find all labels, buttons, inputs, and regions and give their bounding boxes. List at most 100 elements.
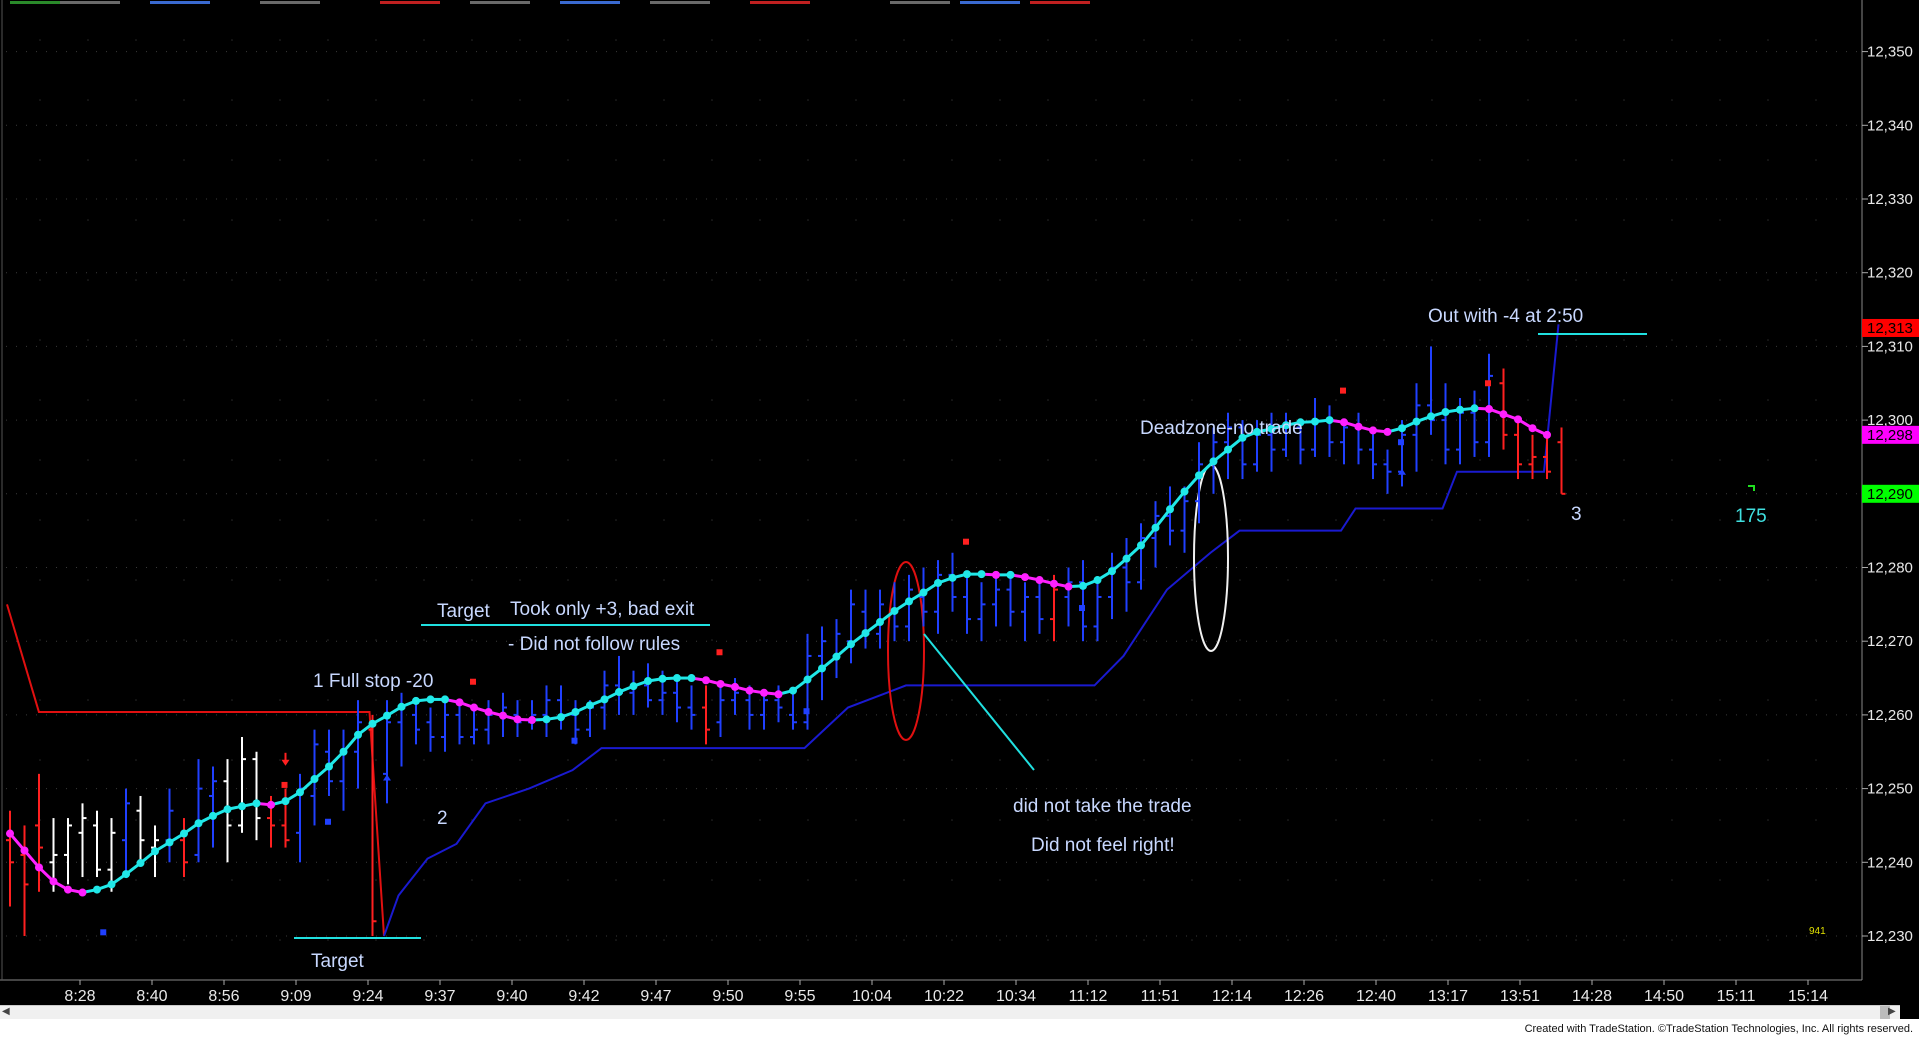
signal-dot — [281, 781, 288, 788]
x-tick-label: 9:24 — [352, 988, 383, 1005]
bg-dot — [1767, 939, 1769, 941]
bg-dot — [1335, 519, 1337, 521]
ma-point — [296, 788, 304, 797]
bg-dot — [1479, 759, 1481, 761]
bg-dot — [615, 99, 617, 101]
ma-point — [876, 618, 884, 627]
bg-dot — [1479, 519, 1481, 521]
bg-dot — [615, 39, 617, 41]
bg-dot — [327, 399, 329, 401]
bg-dot — [759, 459, 761, 461]
ma-point — [803, 675, 812, 684]
annotation-did-not-follow: - Did not follow rules — [508, 634, 680, 655]
bg-dot — [1575, 99, 1577, 101]
bg-dot — [279, 279, 281, 281]
bg-dot — [759, 879, 761, 881]
bg-dot — [1431, 699, 1433, 701]
bg-dot — [807, 99, 809, 101]
bg-dot — [1479, 579, 1481, 581]
bg-dot — [1719, 879, 1721, 881]
bg-dot — [999, 699, 1001, 701]
bg-dot — [1527, 339, 1529, 341]
bg-dot — [1671, 399, 1673, 401]
bg-dot — [1095, 219, 1097, 221]
ma-point — [658, 674, 667, 683]
bg-dot — [39, 939, 41, 941]
bg-dot — [1143, 759, 1145, 761]
bg-dot — [1047, 159, 1049, 161]
ma-point — [1064, 582, 1073, 591]
bg-dot — [1815, 99, 1817, 101]
bg-dot — [1383, 639, 1385, 641]
bg-dot — [1383, 879, 1385, 881]
bg-dot — [1191, 99, 1193, 101]
bg-dot — [135, 819, 137, 821]
x-tick-label: 12:26 — [1284, 988, 1324, 1005]
bg-dot — [1767, 159, 1769, 161]
bg-dot — [1815, 939, 1817, 941]
bg-dot — [1095, 399, 1097, 401]
bg-dot — [1575, 459, 1577, 461]
bg-dot — [423, 639, 425, 641]
bg-dot — [1431, 339, 1433, 341]
bg-dot — [1815, 459, 1817, 461]
bg-dot — [1431, 39, 1433, 41]
bg-dot — [1335, 99, 1337, 101]
bg-dot — [183, 279, 185, 281]
bg-dot — [183, 759, 185, 761]
bg-dot — [1047, 699, 1049, 701]
ma-point — [992, 570, 1000, 579]
footer-credit: Created with TradeStation. ©TradeStation… — [1524, 1023, 1913, 1035]
bg-dot — [951, 459, 953, 461]
bg-dot — [327, 579, 329, 581]
bg-dot — [1671, 639, 1673, 641]
bg-dot — [87, 939, 89, 941]
bg-dot — [855, 579, 857, 581]
bg-dot — [1671, 759, 1673, 761]
ma-point — [644, 676, 652, 685]
bg-dot — [1383, 39, 1385, 41]
bg-dot — [1335, 279, 1337, 281]
bg-dot — [1143, 579, 1145, 581]
bg-dot — [1623, 759, 1625, 761]
bg-dot — [1095, 879, 1097, 881]
annotation-target-upper: Target — [437, 601, 491, 622]
bg-dot — [759, 519, 761, 521]
bg-dot — [1479, 459, 1481, 461]
scroll-right-arrow-icon[interactable]: ▶ — [1888, 1006, 1900, 1020]
bg-dot — [39, 519, 41, 521]
bg-dot — [1479, 39, 1481, 41]
bg-dot — [1095, 519, 1097, 521]
bg-dot — [1095, 699, 1097, 701]
bg-dot — [471, 639, 473, 641]
y-tick-label: 12,230 — [1867, 928, 1913, 945]
bg-dot — [39, 279, 41, 281]
bg-dot — [1719, 99, 1721, 101]
bg-dot — [471, 339, 473, 341]
bg-dot — [1767, 99, 1769, 101]
bg-dot — [1719, 699, 1721, 701]
bg-dot — [135, 459, 137, 461]
bg-dot — [471, 519, 473, 521]
ma-point — [600, 695, 609, 704]
bg-dot — [1575, 219, 1577, 221]
bg-dot — [1719, 759, 1721, 761]
scroll-left-arrow-icon[interactable]: ◀ — [2, 1006, 14, 1020]
bg-dot — [519, 819, 521, 821]
x-tick-label: 14:50 — [1644, 988, 1684, 1005]
bg-dot — [1047, 99, 1049, 101]
bg-dot — [1527, 699, 1529, 701]
bg-dot — [1143, 939, 1145, 941]
ma-point — [1325, 416, 1334, 425]
bg-dot — [1527, 519, 1529, 521]
bg-dot — [135, 159, 137, 161]
ma-point — [1108, 567, 1116, 576]
bg-dot — [327, 279, 329, 281]
bg-dot — [1287, 879, 1289, 881]
bg-dot — [999, 459, 1001, 461]
bg-dot — [519, 99, 521, 101]
ma-point — [64, 885, 72, 894]
bg-dot — [1335, 939, 1337, 941]
bg-dot — [423, 819, 425, 821]
ma-point — [673, 674, 681, 683]
